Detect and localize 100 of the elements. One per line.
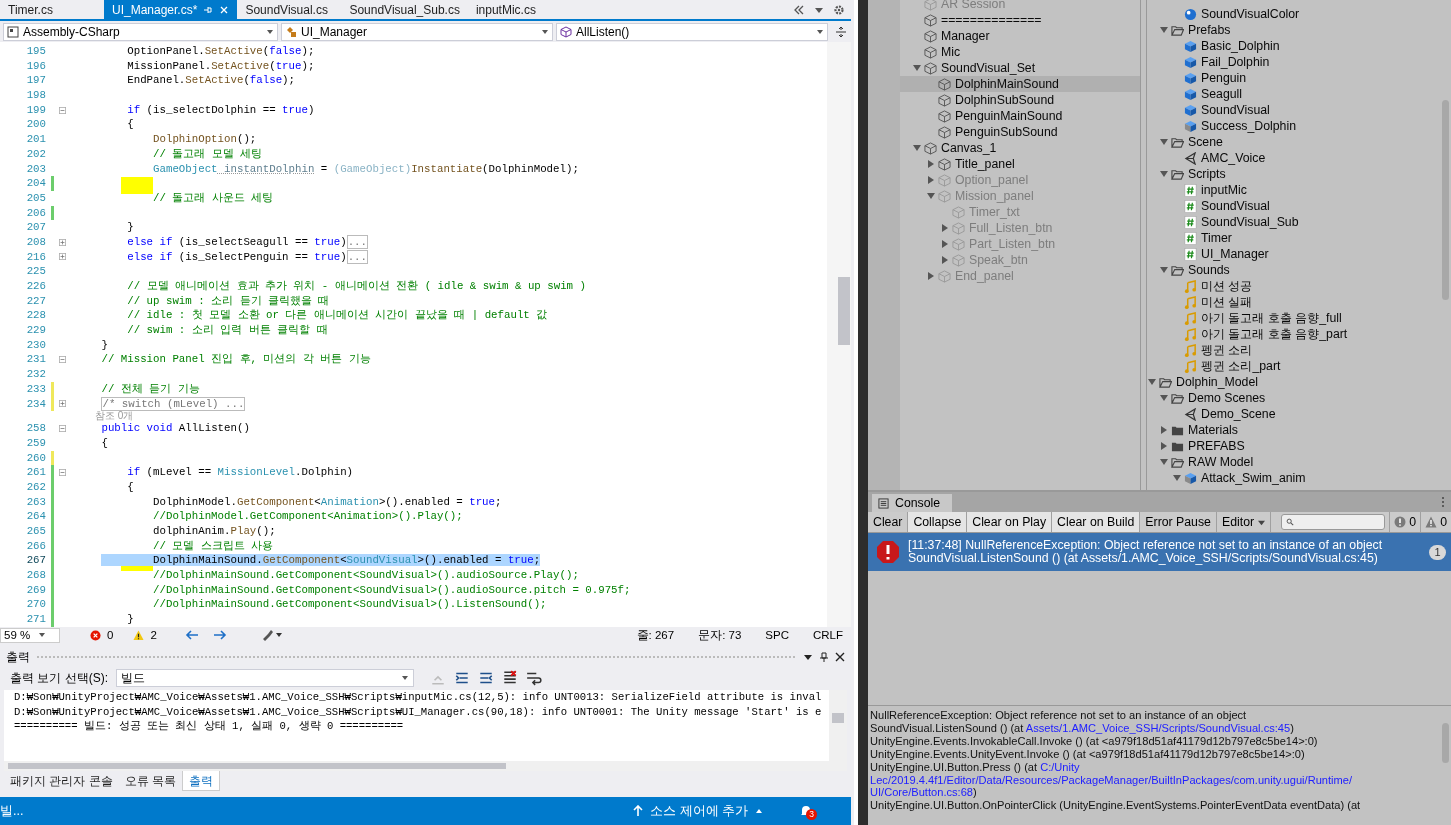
project-item[interactable]: 미션 성공 (1147, 278, 1440, 294)
project-item[interactable]: 펭귄 소리 (1147, 342, 1440, 358)
expand-icon[interactable] (59, 253, 66, 261)
project-item[interactable]: AMC_Voice (1147, 150, 1440, 166)
collapse-icon[interactable] (59, 425, 66, 433)
close-icon[interactable] (835, 652, 845, 662)
console-tab[interactable]: Console (872, 494, 953, 512)
file-link[interactable]: Lec/2019.4.4f1/Editor/Data/Resources/PackageManager/BuiltInPackages/com.unity.ugui/Runtime/ (870, 773, 1353, 786)
collapse-arrow-icon[interactable] (912, 63, 922, 73)
hierarchy-item[interactable]: Canvas_1 (900, 140, 1140, 156)
hierarchy-item[interactable]: SoundVisual_Set (900, 60, 1140, 76)
project-item[interactable]: Success_Dolphin (1147, 118, 1440, 134)
hierarchy-item[interactable]: Manager (900, 28, 1140, 44)
project-item[interactable]: 펭귄 소리_part (1147, 358, 1440, 374)
expand-arrow-icon[interactable] (926, 175, 936, 185)
project-item[interactable]: SoundVisual (1147, 102, 1440, 118)
project-item[interactable]: Penguin (1147, 70, 1440, 86)
error-count[interactable]: 0 (107, 629, 114, 641)
project-item[interactable]: SoundVisualColor (1147, 6, 1440, 22)
log-count-toggle[interactable]: 0 (1420, 512, 1451, 532)
project-item[interactable]: Sounds (1147, 262, 1440, 278)
console-toolbar-button[interactable]: Collapse (908, 512, 968, 532)
source-control-button[interactable]: 소스 제어에 추가 (633, 802, 763, 820)
collapse-arrow-icon[interactable] (1172, 473, 1182, 483)
project-item[interactable]: Attack_Swim_anim (1147, 470, 1440, 486)
expand-arrow-icon[interactable] (940, 223, 950, 233)
overflow-tabs-icon[interactable] (793, 3, 805, 16)
hierarchy-item[interactable]: Mic (900, 44, 1140, 60)
project-item[interactable]: Timer (1147, 230, 1440, 246)
project-item[interactable]: Fail_Dolphin (1147, 54, 1440, 70)
pin-icon[interactable] (819, 652, 829, 662)
split-window-icon[interactable] (835, 25, 847, 38)
collapse-arrow-icon[interactable] (1147, 377, 1157, 387)
word-wrap-icon[interactable] (526, 670, 542, 686)
expand-arrow-icon[interactable] (926, 271, 936, 281)
project-item[interactable]: Basic_Dolphin (1147, 38, 1440, 54)
collapse-arrow-icon[interactable] (912, 143, 922, 153)
settings-icon[interactable] (833, 3, 845, 16)
project-item[interactable]: SoundVisual (1147, 198, 1440, 214)
panel-tab[interactable]: 오류 목록 (118, 771, 182, 791)
collapse-arrow-icon[interactable] (926, 191, 936, 201)
panel-tab[interactable]: 패키지 관리자 콘솔 (4, 771, 119, 791)
console-toolbar-button[interactable]: Clear on Build (1052, 512, 1141, 532)
member-dropdown[interactable]: AllListen() (556, 22, 828, 41)
file-tab[interactable]: SoundVisual_Sub.cs (341, 0, 468, 19)
line-ending-indicator[interactable]: CRLF (812, 629, 843, 641)
hierarchy-item[interactable]: DolphinSubSound (900, 92, 1140, 108)
dropdown-caret-icon[interactable] (803, 652, 813, 662)
project-item[interactable]: Scripts (1147, 166, 1440, 182)
editor-scrollbar[interactable] (827, 42, 851, 627)
collapse-arrow-icon[interactable] (1159, 137, 1169, 147)
clear-all-icon[interactable] (502, 670, 518, 686)
collapse-arrow-icon[interactable] (1159, 393, 1169, 403)
log-count-toggle[interactable]: 0 (1389, 512, 1421, 532)
collapse-icon[interactable] (59, 106, 66, 114)
expand-arrow-icon[interactable] (1159, 441, 1169, 451)
project-item[interactable]: Dolphin_Model (1147, 374, 1440, 390)
expand-arrow-icon[interactable] (940, 255, 950, 265)
console-toolbar-button[interactable]: Clear on Play (967, 512, 1053, 532)
back-arrow-icon[interactable] (184, 629, 199, 641)
file-link[interactable]: C:/Unity (1040, 760, 1080, 773)
file-tab[interactable]: inputMic.cs (467, 0, 572, 19)
previous-message-icon[interactable] (454, 670, 470, 686)
project-item[interactable]: Prefabs (1147, 22, 1440, 38)
project-item[interactable]: Materials (1147, 422, 1440, 438)
collapse-icon[interactable] (59, 469, 66, 477)
project-item[interactable]: 아기 돌고래 호출 음향_part (1147, 326, 1440, 342)
expand-arrow-icon[interactable] (1159, 425, 1169, 435)
project-item[interactable]: 아기 돌고래 호출 음향_full (1147, 310, 1440, 326)
collapse-arrow-icon[interactable] (1159, 169, 1169, 179)
project-item[interactable]: UI_Manager (1147, 246, 1440, 262)
project-item[interactable]: SoundVisual_Sub (1147, 214, 1440, 230)
panel-tab[interactable]: 출력 (182, 771, 220, 791)
file-link[interactable]: UI/Core/Button.cs:68 (870, 786, 973, 799)
collapse-icon[interactable] (59, 356, 66, 364)
project-item[interactable]: inputMic (1147, 182, 1440, 198)
output-source-dropdown[interactable]: 빌드 (116, 669, 414, 687)
log-entry[interactable]: [11:37:48] NullReferenceException: Object reference not set to an instance of an object SoundVisual.ListenSound () (at Assets/1.AMC_Voice_SSH/Scripts/SoundVisual.cs:45) 1 (868, 533, 1451, 571)
file-tab[interactable]: Timer.cs (0, 0, 104, 19)
collapse-arrow-icon[interactable] (1159, 265, 1169, 275)
expand-icon[interactable] (59, 400, 66, 408)
hierarchy-item[interactable]: Title_panel (900, 156, 1140, 172)
class-dropdown[interactable]: UI_Manager (281, 22, 553, 41)
warning-count[interactable]: 2 (150, 629, 157, 641)
collapse-arrow-icon[interactable] (1159, 25, 1169, 35)
next-message-icon[interactable] (478, 670, 494, 686)
project-item[interactable]: Demo Scenes (1147, 390, 1440, 406)
collapse-arrow-icon[interactable] (1159, 457, 1169, 467)
project-dropdown[interactable]: Assembly-CSharp (3, 22, 278, 41)
expand-icon[interactable] (59, 238, 66, 246)
spacing-indicator[interactable]: SPC (765, 629, 789, 641)
forward-arrow-icon[interactable] (212, 629, 227, 641)
hierarchy-item[interactable]: PenguinMainSound (900, 108, 1140, 124)
project-item[interactable]: Seagull (1147, 86, 1440, 102)
project-item[interactable]: PREFABS (1147, 438, 1440, 454)
expand-arrow-icon[interactable] (926, 159, 936, 169)
hierarchy-item[interactable]: DolphinMainSound (900, 76, 1140, 92)
file-tab[interactable]: SoundVisual.cs (237, 0, 342, 19)
project-item[interactable]: RAW Model (1147, 454, 1440, 470)
more-options-icon[interactable] (1441, 496, 1445, 508)
